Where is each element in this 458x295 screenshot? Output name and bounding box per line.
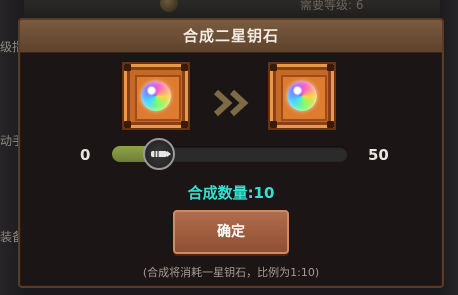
- slot-corner: [270, 121, 277, 128]
- synthesis-dialog: 合成二星钥石 0 50 合成数量:10 确定 (合成将消耗一星钥石，比例为1:1…: [18, 18, 444, 288]
- synthesis-quantity-label: 合成数量:10: [187, 184, 275, 202]
- dialog-title: 合成二星钥石: [182, 27, 279, 45]
- background-left-label: 装备: [0, 230, 20, 244]
- background-left-label: 级指: [0, 40, 20, 54]
- consumption-note: (合成将消耗一星钥石，比例为1:10): [142, 266, 320, 279]
- slot-corner: [270, 64, 277, 71]
- slider-min-label: 0: [80, 146, 91, 164]
- background-left-label: 动手: [0, 134, 20, 148]
- slot-corner: [327, 64, 334, 71]
- slot-corner: [181, 121, 188, 128]
- slot-corner: [181, 64, 188, 71]
- confirm-button[interactable]: 确定: [173, 210, 289, 254]
- rainbow-orb-icon: [287, 81, 317, 111]
- slot-corner: [327, 121, 334, 128]
- slider-max-label: 50: [368, 146, 389, 164]
- dialog-title-bar: 合成二星钥石: [20, 20, 442, 53]
- slot-corner: [124, 64, 131, 71]
- confirm-button-label: 确定: [217, 224, 245, 240]
- double-arrow-icon: [213, 89, 249, 117]
- slot-corner: [124, 121, 131, 128]
- grip-icon: [151, 151, 172, 157]
- rainbow-orb-icon: [141, 81, 171, 111]
- target-item-slot[interactable]: [270, 64, 334, 128]
- quantity-slider-handle[interactable]: [143, 138, 176, 170]
- background-top-bar: [0, 0, 458, 18]
- source-item-slot[interactable]: [124, 64, 188, 128]
- background-requirement-text: 需要等级: 6: [300, 0, 364, 12]
